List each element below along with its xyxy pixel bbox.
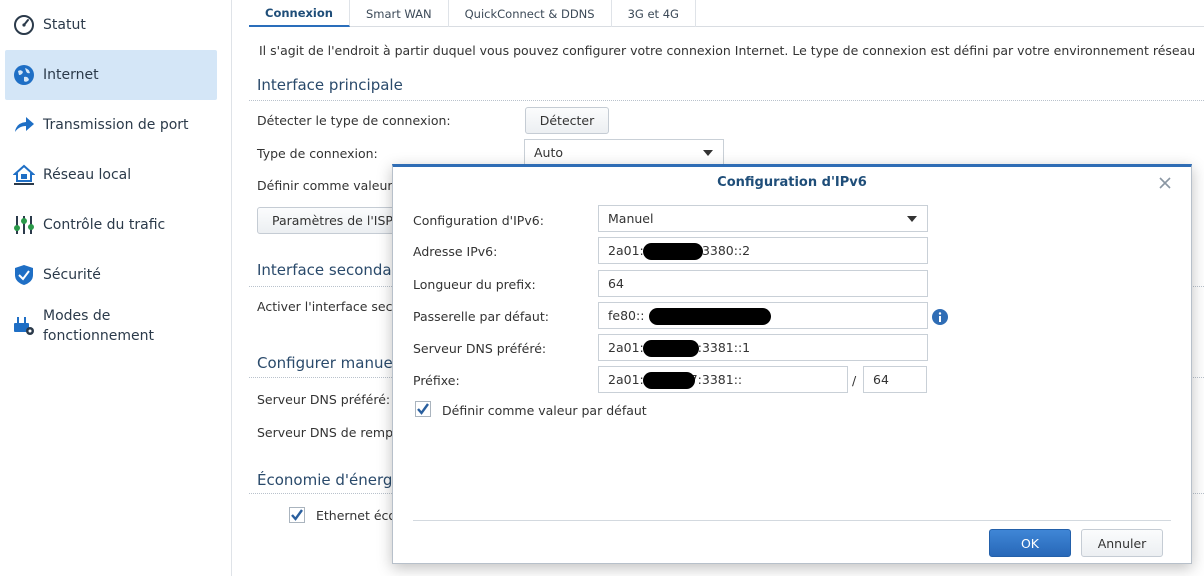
default-value-checkbox[interactable] (415, 401, 431, 417)
ipv6-config-select[interactable]: Manuel (598, 205, 928, 232)
ethernet-eco-label: Ethernet éco (316, 508, 397, 523)
detect-label: Détecter le type de connexion: (257, 113, 451, 128)
ipv6-address-label: Adresse IPv6: (413, 244, 498, 259)
dialog-title: Configuration d'IPv6 (717, 175, 867, 190)
prefixe-suffix: 7:3381:: (689, 372, 743, 387)
gateway-label: Passerelle par défaut: (413, 309, 549, 324)
section-title-energy: Économie d'énergie (257, 471, 406, 489)
conn-type-label: Type de connexion: (257, 146, 378, 161)
arrow-forward-icon (13, 114, 35, 136)
redaction-mark (643, 243, 703, 260)
sidebar-item-label: Modes de fonctionnement (43, 306, 154, 346)
sidebar-item-label: Contrôle du trafic (43, 217, 166, 233)
sidebar-item-transmission-port[interactable]: Transmission de port (5, 100, 217, 150)
chevron-down-icon (703, 150, 713, 156)
tab-connexion[interactable]: Connexion (249, 0, 350, 27)
intro-text: Il s'agit de l'endroit à partir duquel v… (259, 43, 1196, 58)
enable-secondary-label: Activer l'interface seco (257, 299, 401, 314)
tab-quickconnect-ddns[interactable]: QuickConnect & DDNS (449, 0, 612, 27)
prefixe-label: Préfixe: (413, 373, 460, 388)
ipv6-config-value: Manuel (608, 211, 654, 226)
default-label: Définir comme valeur (257, 178, 393, 193)
sidebar-item-securite[interactable]: Sécurité (5, 250, 217, 300)
tab-bar: Connexion Smart WAN QuickConnect & DDNS … (249, 0, 1204, 27)
gateway-prefix: fe80:: (608, 308, 645, 323)
dns-preferred-label: Serveur DNS préféré: (257, 392, 391, 407)
dns-prefix: 2a01: (608, 340, 644, 355)
ipv6-address-prefix: 2a01: (608, 243, 644, 258)
redaction-mark (643, 372, 695, 389)
ipv6-address-suffix: :3380::2 (697, 243, 751, 258)
ipv6-address-input[interactable]: 2a01: :3380::2 (598, 237, 928, 264)
sidebar-item-label: Sécurité (43, 267, 101, 283)
info-icon[interactable] (932, 309, 948, 325)
sidebar-item-statut[interactable]: Statut (5, 0, 217, 50)
tab-smart-wan[interactable]: Smart WAN (350, 0, 449, 27)
gateway-input[interactable]: fe80:: (598, 302, 928, 329)
ipv6-config-dialog: Configuration d'IPv6 Configuration d'IPv… (392, 164, 1192, 564)
router-gear-icon (13, 314, 35, 336)
ipv6-config-label: Configuration d'IPv6: (413, 213, 544, 228)
ok-button[interactable]: OK (989, 529, 1071, 557)
prefix-length-input[interactable]: 64 (598, 270, 928, 297)
dns-suffix: :3381::1 (697, 340, 751, 355)
prefixe-prefix: 2a01: (608, 372, 644, 387)
section-title-secondary: Interface secondai (257, 261, 396, 279)
dns-preferred-input[interactable]: 2a01: :3381::1 (598, 334, 928, 361)
dialog-footer-divider (413, 520, 1171, 521)
detect-button[interactable]: Détecter (525, 107, 609, 134)
globe-icon (13, 64, 35, 86)
redaction-mark (643, 340, 699, 357)
sidebar-item-modes-fonctionnement[interactable]: Modes de fonctionnement (5, 300, 217, 360)
conn-type-value: Auto (534, 145, 564, 160)
tab-3g-4g[interactable]: 3G et 4G (612, 0, 696, 27)
sidebar-item-label-line2: fonctionnement (43, 328, 154, 344)
sidebar-item-label: Transmission de port (43, 117, 189, 133)
dns-alternate-label: Serveur DNS de remp (257, 425, 394, 440)
section-title-manual: Configurer manuel (257, 354, 397, 372)
sidebar-item-internet[interactable]: Internet (5, 50, 217, 100)
sidebar-item-reseau-local[interactable]: Réseau local (5, 150, 217, 200)
section-divider (249, 100, 1204, 101)
default-value-label: Définir comme valeur par défaut (442, 403, 647, 418)
sidebar-item-controle-trafic[interactable]: Contrôle du trafic (5, 200, 217, 250)
sliders-icon (13, 214, 35, 236)
close-icon[interactable] (1157, 175, 1173, 191)
checkmark-icon (417, 403, 429, 415)
shield-icon (13, 264, 35, 286)
section-title-primary: Interface principale (257, 76, 403, 94)
sidebar: Statut Internet Transmission de port Rés… (0, 0, 232, 576)
prefixe-slash: / (852, 373, 857, 388)
chevron-down-icon (907, 216, 917, 222)
conn-type-select[interactable]: Auto (524, 139, 724, 166)
redaction-mark (649, 308, 771, 325)
dns-preferred-label: Serveur DNS préféré: (413, 341, 547, 356)
prefixe-input[interactable]: 2a01: 7:3381:: (598, 366, 848, 393)
gauge-icon (13, 14, 35, 36)
cancel-button[interactable]: Annuler (1081, 529, 1163, 557)
sidebar-item-label: Statut (43, 17, 86, 33)
ethernet-eco-checkbox[interactable] (289, 507, 305, 523)
sidebar-item-label: Réseau local (43, 167, 132, 183)
prefixe-length-input[interactable]: 64 (863, 366, 927, 393)
prefix-length-label: Longueur du prefix: (413, 277, 536, 292)
home-network-icon (13, 164, 35, 186)
sidebar-item-label: Internet (43, 67, 99, 83)
checkmark-icon (291, 509, 303, 521)
sidebar-item-label-line1: Modes de (43, 308, 111, 324)
